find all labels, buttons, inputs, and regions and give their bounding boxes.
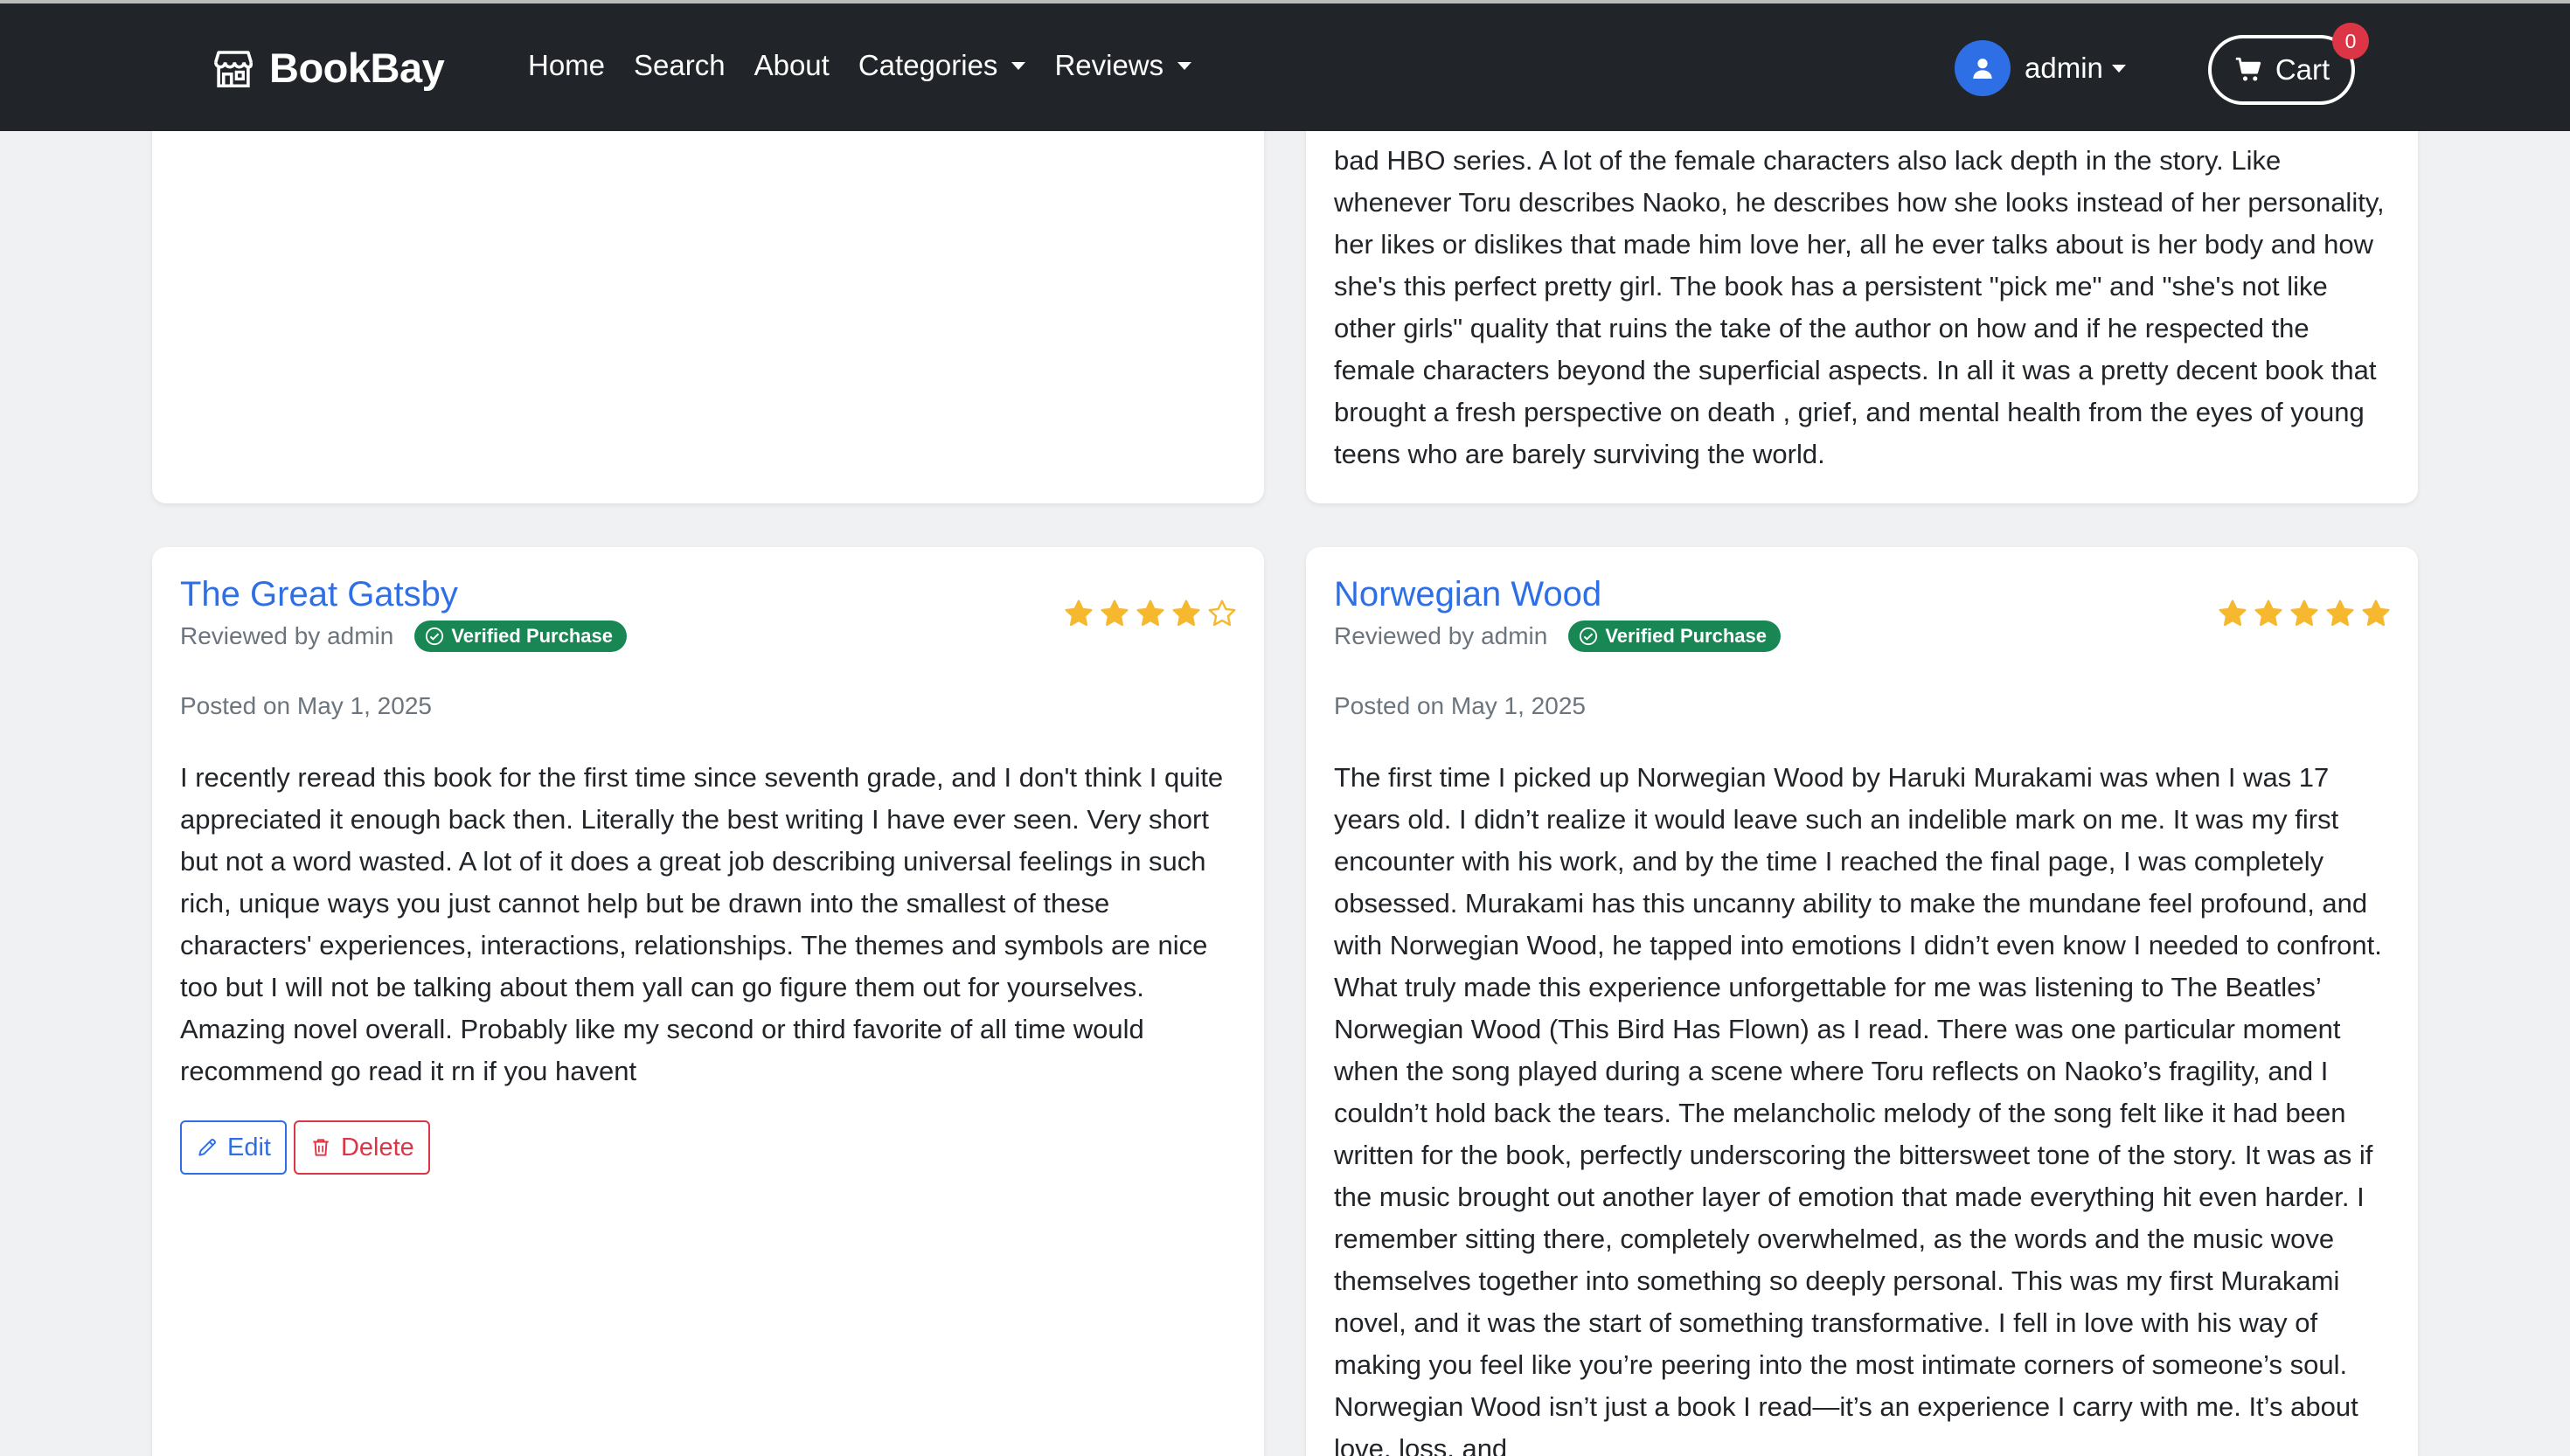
review-card-great-gatsby: The Great Gatsby Reviewed by admin Verif…: [152, 547, 1264, 1456]
nav-home[interactable]: Home: [528, 49, 605, 82]
edit-button[interactable]: Edit: [180, 1120, 287, 1175]
star-filled-icon: [2254, 600, 2282, 627]
caret-down-icon: [1011, 61, 1026, 70]
review-text: I recently reread this book for the firs…: [180, 762, 1224, 1086]
posted-date: Posted on May 1, 2025: [180, 692, 432, 719]
check-circle-icon: [1580, 627, 1598, 646]
star-filled-icon: [2362, 600, 2390, 627]
check-circle-icon: [426, 627, 444, 646]
cart-count-badge: 0: [2332, 23, 2369, 59]
reviewer-text: Reviewed by admin: [180, 622, 394, 649]
shop-icon: [213, 50, 254, 87]
book-title-link[interactable]: Norwegian Wood: [1334, 575, 1601, 614]
review-text: bad HBO series. A lot of the female char…: [1334, 145, 2385, 469]
book-title-link[interactable]: The Great Gatsby: [180, 575, 458, 614]
verified-badge-label: Verified Purchase: [451, 625, 613, 647]
trash-icon: [313, 1139, 329, 1156]
nav-categories-label: Categories: [858, 49, 998, 81]
caret-down-icon: [1177, 61, 1192, 70]
cart-icon: [2235, 57, 2261, 81]
review-card-norwegian-wood: Norwegian Wood Reviewed by admin Verifie…: [1306, 547, 2418, 1456]
star-rating: [1059, 598, 1238, 629]
review-actions: Edit Delete: [180, 1120, 437, 1175]
delete-button[interactable]: Delete: [293, 1120, 430, 1175]
caret-down-icon: [2111, 64, 2126, 73]
review-byline: Reviewed by admin Verified Purchase: [1334, 621, 1781, 652]
brand-name: BookBay: [269, 45, 445, 91]
nav-reviews-dropdown[interactable]: Reviews: [1054, 49, 1192, 82]
navbar: BookBay Home Search About Categories Rev…: [0, 3, 2570, 131]
star-filled-icon: [1172, 600, 1200, 627]
nav-reviews-label: Reviews: [1054, 49, 1164, 81]
star-filled-icon: [2326, 600, 2354, 627]
verified-purchase-badge: Verified Purchase: [414, 621, 627, 652]
user-name: admin: [2025, 52, 2103, 84]
review-byline: Reviewed by admin Verified Purchase: [180, 621, 627, 652]
reviewer-text: Reviewed by admin: [1334, 622, 1548, 649]
verified-purchase-badge: Verified Purchase: [1568, 621, 1781, 652]
user-icon: [1973, 59, 1992, 79]
brand-link[interactable]: BookBay: [210, 44, 445, 92]
pencil-icon: [198, 1139, 216, 1156]
star-filled-icon: [2219, 600, 2247, 627]
user-menu-dropdown[interactable]: admin: [1955, 40, 2126, 96]
posted-date: Posted on May 1, 2025: [1334, 692, 1586, 719]
review-text: The first time I picked up Norwegian Woo…: [1334, 762, 2382, 1456]
edit-button-label: Edit: [227, 1133, 271, 1161]
cart-label: Cart: [2275, 53, 2330, 86]
delete-button-label: Delete: [340, 1133, 414, 1161]
nav-about[interactable]: About: [754, 49, 830, 82]
star-filled-icon: [1101, 600, 1129, 627]
star-empty-icon: [1208, 600, 1236, 627]
star-filled-icon: [1065, 600, 1093, 627]
star-filled-icon: [1136, 600, 1164, 627]
star-rating: [2212, 598, 2392, 629]
nav-categories-dropdown[interactable]: Categories: [858, 49, 1026, 82]
nav-search[interactable]: Search: [634, 49, 726, 82]
nav-links: Home Search About Categories Reviews: [528, 49, 1220, 82]
verified-badge-label: Verified Purchase: [1605, 625, 1767, 647]
star-filled-icon: [2290, 600, 2318, 627]
avatar: [1955, 40, 2011, 96]
